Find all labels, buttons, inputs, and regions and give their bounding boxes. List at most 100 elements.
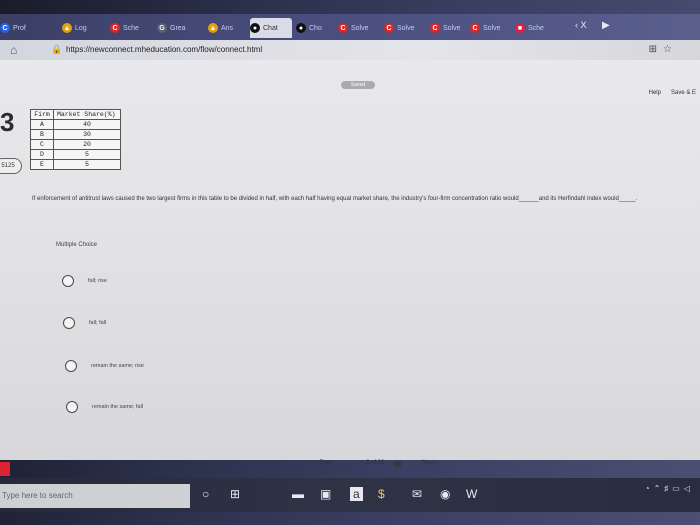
system-tray: ◔⌃♯▭◁ — [644, 484, 694, 493]
address-bar[interactable]: ⌂ 🔒 https://newconnect.mheducation.com/f… — [0, 40, 700, 60]
radio-button[interactable] — [65, 360, 77, 372]
browser-tab[interactable]: G Grea — [157, 18, 205, 38]
answer-option[interactable]: fall; fall — [63, 317, 106, 329]
answer-option[interactable]: fall; rise — [62, 275, 107, 287]
word-icon[interactable]: W — [466, 487, 477, 501]
prev-button[interactable]: ‹ Prev — [316, 460, 332, 466]
browser-tab[interactable]: ▲ Log — [62, 18, 107, 38]
share-cell: 40 — [53, 119, 121, 130]
answer-option-label: remain the same; rise — [91, 363, 144, 369]
question-text: If enforcement of antitrust laws caused … — [32, 196, 638, 202]
chrome-icon[interactable]: ◉ — [440, 487, 450, 501]
tab-label: Grea — [170, 24, 186, 32]
browser-tab[interactable]: C Solve — [430, 18, 468, 38]
tab-label: Solve — [483, 24, 501, 32]
points-badge: 5125 — [0, 158, 22, 174]
tab-favicon-icon: ▲ — [62, 23, 72, 33]
browser-tab[interactable]: C Solve — [384, 18, 428, 38]
firm-cell: B — [30, 129, 54, 140]
amazon-icon[interactable]: a — [350, 487, 363, 501]
top-links: Help Save & E — [649, 90, 696, 96]
next-button[interactable]: Next › — [422, 460, 438, 466]
tab-label: Solve — [443, 24, 461, 32]
market-share-table: Firm Market Share(%) A 40 B 30 C 20 D 5 E 5 — [30, 109, 121, 170]
question-position: 8 of 30 — [366, 460, 385, 466]
tab-favicon-icon: C — [470, 23, 480, 33]
saved-indicator: Saved — [341, 81, 375, 89]
favorites-star-icon[interactable]: ⊞☆ — [649, 44, 678, 55]
browser-tab[interactable]: C Prof — [0, 18, 55, 38]
answer-option-label: fall; fall — [89, 320, 107, 326]
table-row: E5 — [30, 159, 121, 170]
table-header-share: Market Share(%) — [53, 109, 121, 120]
browser-tab[interactable]: ● Chat — [250, 18, 292, 38]
radio-button[interactable] — [62, 275, 74, 287]
screenshot: C Prof ▲ Log C Sche G Grea ▲ Ans ● Chat ● Cho C Solve C S… — [0, 0, 700, 525]
lock-icon: 🔒 — [51, 44, 63, 54]
tab-label: Sche — [123, 24, 139, 32]
tab-favicon-icon: ■ — [515, 23, 525, 33]
tab-label: Solve — [397, 24, 415, 32]
taskbar: Type here to search ○ ⊞ ▬ ▣ a $ ✉ ◉ W — [0, 478, 700, 512]
firm-cell: E — [30, 159, 54, 170]
grid-icon[interactable]: ▦ — [394, 459, 402, 468]
firm-cell: D — [30, 149, 54, 160]
radio-button[interactable] — [66, 401, 78, 413]
table-row: C 20 — [30, 139, 121, 150]
browser-tab[interactable]: ● Cho — [296, 18, 336, 38]
mail-icon[interactable]: ✉ — [412, 487, 422, 501]
red-marker — [0, 462, 10, 476]
table-header-firm: Firm — [30, 109, 54, 120]
app-icon[interactable]: $ — [378, 487, 385, 501]
browser-tab[interactable]: C Solve — [470, 18, 513, 38]
tab-label: Solve — [351, 24, 369, 32]
tab-label: Ans — [221, 24, 234, 32]
cortana-icon[interactable]: ○ — [202, 487, 209, 501]
page-content: Saved Help Save & E 3 5125 Firm Market S… — [0, 60, 700, 468]
radio-button[interactable] — [63, 317, 75, 329]
tab-favicon-icon: ● — [296, 23, 306, 33]
tab-favicon-icon: G — [157, 23, 167, 33]
answer-option-label: remain the same; fall — [92, 404, 144, 410]
store-icon[interactable]: ▣ — [320, 487, 331, 501]
answer-option[interactable]: remain the same; rise — [65, 360, 144, 372]
home-icon[interactable]: ⌂ — [10, 43, 17, 57]
taskbar-search[interactable]: Type here to search — [0, 484, 190, 508]
tab-label: Prof — [13, 24, 26, 32]
save-exit-link[interactable]: Save & E — [671, 90, 696, 96]
help-link[interactable]: Help — [649, 90, 661, 96]
tab-label: Chat — [263, 24, 278, 32]
tab-favicon-icon: C — [0, 23, 10, 33]
tab-label: Sche — [528, 24, 544, 32]
answer-option-label: fall; rise — [88, 278, 107, 284]
taskbar-search-placeholder: Type here to search — [2, 491, 73, 500]
share-cell: 20 — [53, 139, 121, 150]
table-row: D5 — [30, 149, 121, 160]
tab-favicon-icon: ● — [250, 23, 260, 33]
share-cell: 5 — [53, 159, 121, 170]
browser-tab[interactable]: ▲ Ans — [208, 18, 248, 38]
share-cell: 30 — [53, 129, 121, 140]
file-explorer-icon[interactable]: ▬ — [292, 487, 304, 501]
firm-cell: C — [30, 139, 54, 150]
browser-tab-strip: C Prof ▲ Log C Sche G Grea ▲ Ans ● Chat ● Cho C Solve C S… — [0, 14, 700, 40]
answer-option[interactable]: remain the same; fall — [66, 401, 143, 413]
url-text[interactable]: https://newconnect.mheducation.com/flow/… — [66, 45, 262, 54]
browser-tab[interactable]: C Sche — [110, 18, 155, 38]
table-row: A 40 — [30, 119, 121, 130]
task-view-icon[interactable]: ⊞ — [230, 487, 240, 501]
window-controls[interactable]: ‹ X — [575, 20, 587, 30]
tab-favicon-icon: C — [384, 23, 394, 33]
new-tab-icon[interactable]: ▶ — [602, 20, 610, 31]
tab-label: Cho — [309, 24, 322, 32]
table-row: B 30 — [30, 129, 121, 140]
browser-tab[interactable]: ■ Sche — [515, 18, 565, 38]
share-cell: 5 — [53, 149, 121, 160]
firm-cell: A — [30, 119, 54, 130]
tab-favicon-icon: ▲ — [208, 23, 218, 33]
tab-label: Log — [75, 24, 87, 32]
multiple-choice-label: Multiple Choice — [56, 242, 98, 248]
browser-tab[interactable]: C Solve — [338, 18, 382, 38]
tab-favicon-icon: C — [430, 23, 440, 33]
tab-favicon-icon: C — [110, 23, 120, 33]
